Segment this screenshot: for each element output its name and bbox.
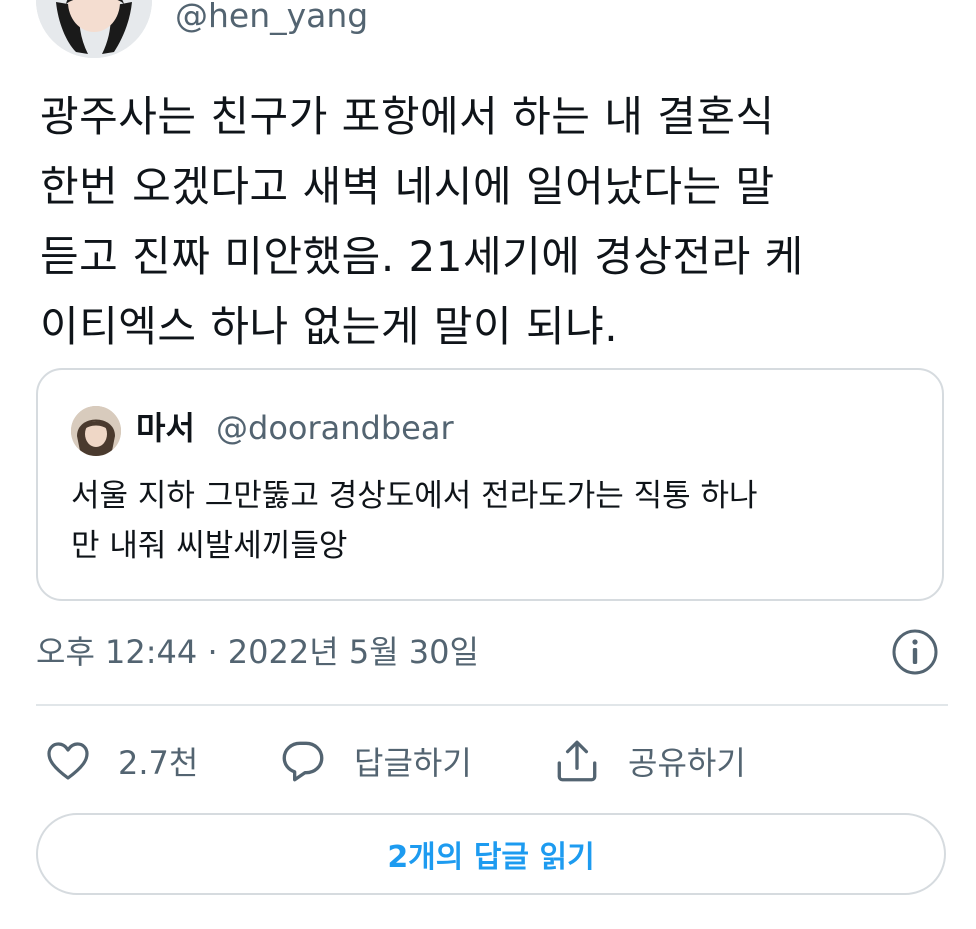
tweet-text: 광주사는 친구가 포항에서 하는 내 결혼식 한번 오겠다고 새벽 네시에 일어… (40, 82, 940, 362)
read-replies-button[interactable]: 2개의 답글 읽기 (36, 813, 946, 895)
like-button[interactable]: 2.7천 (44, 734, 198, 788)
author-avatar[interactable] (36, 0, 152, 58)
divider (36, 704, 948, 706)
share-label: 공유하기 (628, 744, 746, 782)
author-handle[interactable]: @hen_yang (175, 0, 368, 36)
quoted-tweet-line: 만 내줘 씨발세끼들앙 (71, 528, 348, 564)
tweet-timestamp[interactable]: 오후 12:44 · 2022년 5월 30일 (36, 630, 479, 674)
quoted-tweet-card[interactable]: 마서 @doorandbear 서울 지하 그만뚫고 경상도에서 전라도가는 직… (36, 368, 944, 601)
tweet-line: 광주사는 친구가 포항에서 하는 내 결혼식 (40, 92, 775, 141)
reply-label: 답글하기 (354, 744, 472, 782)
info-icon[interactable] (890, 627, 940, 677)
tweet-line: 한번 오겠다고 새벽 네시에 일어났다는 말 (40, 162, 775, 211)
share-icon (557, 740, 597, 782)
quoted-author-handle[interactable]: @doorandbear (216, 408, 454, 448)
heart-icon (47, 742, 89, 780)
tweet-line: 이티엑스 하나 없는게 말이 되냐. (40, 302, 619, 351)
share-button[interactable]: 공유하기 (552, 734, 746, 788)
quoted-tweet-text: 서울 지하 그만뚫고 경상도에서 전라도가는 직통 하나 만 내줘 씨발세끼들앙 (71, 471, 931, 571)
speech-bubble-icon (282, 741, 324, 782)
quoted-author-avatar[interactable] (71, 406, 121, 456)
reply-button[interactable]: 답글하기 (278, 734, 472, 788)
quoted-author-name[interactable]: 마서 (136, 408, 195, 448)
tweet-line: 듣고 진짜 미안했음. 21세기에 경상전라 케 (40, 232, 804, 281)
like-count: 2.7천 (118, 744, 199, 782)
read-replies-label: 2개의 답글 읽기 (387, 840, 595, 875)
quoted-tweet-line: 서울 지하 그만뚫고 경상도에서 전라도가는 직통 하나 (71, 478, 758, 514)
